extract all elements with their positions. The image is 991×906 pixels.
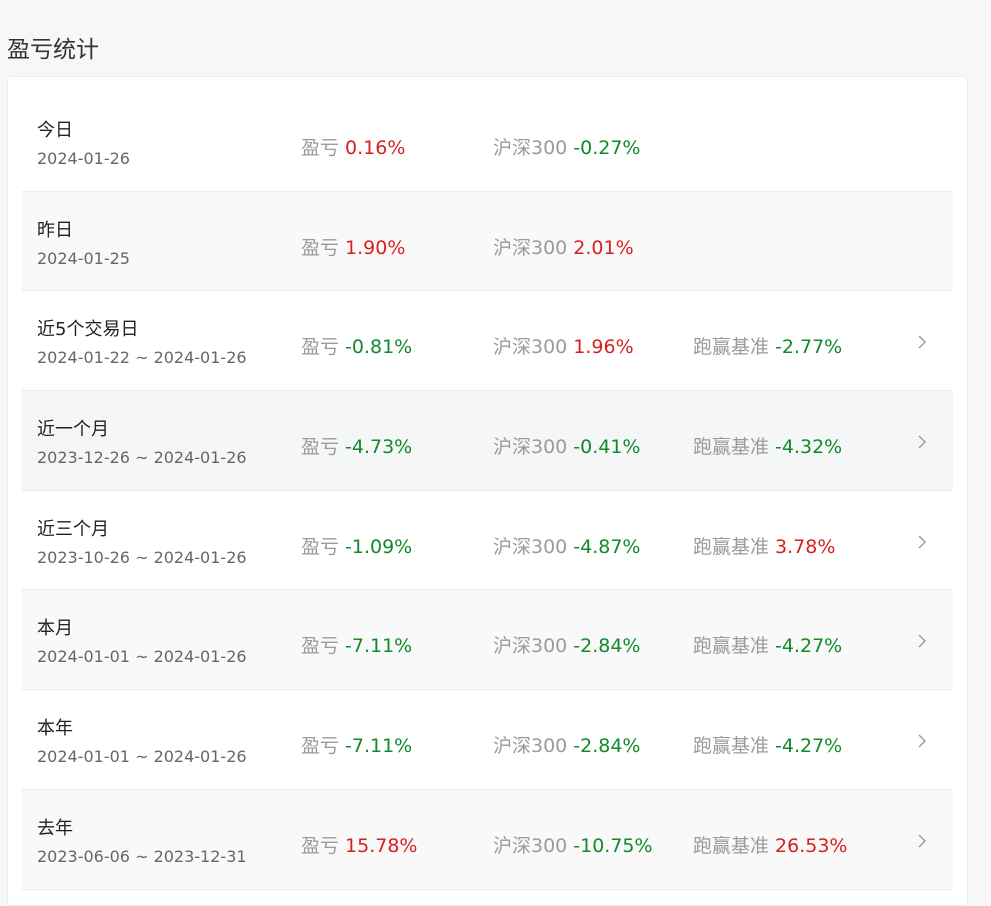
index-label: 沪深300: [493, 436, 568, 459]
index-stat: 沪深300 -4.87%: [493, 532, 640, 559]
period-date-range: 2023-12-26 ~ 2024-01-26: [37, 448, 247, 468]
index-label: 沪深300: [493, 735, 568, 758]
index-value: -2.84%: [573, 635, 641, 658]
index-value: 2.01%: [573, 236, 634, 259]
beat-benchmark-label: 跑赢基准: [693, 834, 770, 857]
pnl-label: 盈亏: [301, 735, 340, 758]
pnl-label: 盈亏: [301, 236, 340, 259]
pnl-label: 盈亏: [301, 336, 340, 359]
index-value: -2.84%: [573, 735, 641, 758]
beat-benchmark-stat: 跑赢基准 26.53%: [693, 831, 847, 858]
pnl-stat: 盈亏 -7.11%: [301, 731, 412, 758]
pnl-stat: 盈亏 -1.09%: [301, 532, 412, 559]
period-name: 昨日: [37, 219, 73, 241]
pnl-value: -0.81%: [345, 336, 413, 359]
period-name: 本年: [37, 718, 73, 740]
pnl-value: -1.09%: [345, 535, 413, 558]
pnl-value: 15.78%: [345, 834, 418, 857]
chevron-right-icon[interactable]: [912, 726, 932, 756]
period-date-range: 2023-06-06 ~ 2023-12-31: [37, 846, 247, 866]
pnl-period-row[interactable]: 近5个交易日 2024-01-22 ~ 2024-01-26 盈亏 -0.81% …: [22, 291, 953, 392]
beat-benchmark-label: 跑赢基准: [693, 535, 770, 558]
period-date-range: 2023-10-26 ~ 2024-01-26: [37, 547, 247, 567]
period-name: 本月: [37, 618, 73, 640]
beat-benchmark-label: 跑赢基准: [693, 735, 770, 758]
index-stat: 沪深300 -2.84%: [493, 731, 640, 758]
index-label: 沪深300: [493, 336, 568, 359]
beat-benchmark-stat: 跑赢基准 -4.27%: [693, 731, 842, 758]
pnl-value: -7.11%: [345, 635, 413, 658]
pnl-period-row[interactable]: 去年 2023-06-06 ~ 2023-12-31 盈亏 15.78% 沪深30…: [22, 789, 953, 890]
beat-benchmark-value: -4.27%: [775, 635, 843, 658]
index-label: 沪深300: [493, 137, 568, 159]
index-stat: 沪深300 -0.27%: [493, 133, 640, 160]
index-stat: 沪深300 -10.75%: [493, 831, 653, 858]
index-stat: 沪深300 -0.41%: [493, 432, 640, 459]
pnl-value: -4.73%: [345, 436, 413, 459]
pnl-period-row[interactable]: 本月 2024-01-01 ~ 2024-01-26 盈亏 -7.11% 沪深30…: [22, 590, 953, 691]
chevron-right-icon[interactable]: [912, 527, 932, 557]
pnl-stat: 盈亏 -0.81%: [301, 332, 412, 359]
chevron-right-icon[interactable]: [912, 427, 932, 457]
beat-benchmark-label: 跑赢基准: [693, 436, 770, 459]
pnl-stats-card: 今日 2024-01-26 盈亏 0.16% 沪深300 -0.27% 昨日 202…: [7, 76, 968, 906]
index-stat: 沪深300 1.96%: [493, 332, 634, 359]
period-date-range: 2024-01-25: [37, 248, 130, 268]
index-stat: 沪深300 -2.84%: [493, 631, 640, 658]
index-value: -0.27%: [573, 137, 641, 159]
index-value: 1.96%: [573, 336, 634, 359]
pnl-period-row[interactable]: 本年 2024-01-01 ~ 2024-01-26 盈亏 -7.11% 沪深30…: [22, 690, 953, 790]
period-name: 近三个月: [37, 518, 109, 540]
pnl-stat: 盈亏 -7.11%: [301, 631, 412, 658]
pnl-period-row[interactable]: 今日 2024-01-26 盈亏 0.16% 沪深300 -0.27%: [22, 92, 953, 192]
index-stat: 沪深300 2.01%: [493, 233, 634, 260]
beat-benchmark-stat: 跑赢基准 -2.77%: [693, 332, 842, 359]
index-label: 沪深300: [493, 834, 568, 857]
beat-benchmark-value: 3.78%: [775, 535, 836, 558]
pnl-label: 盈亏: [301, 137, 340, 159]
beat-benchmark-value: -4.32%: [775, 436, 843, 459]
index-value: -10.75%: [573, 834, 653, 857]
beat-benchmark-value: 26.53%: [775, 834, 848, 857]
pnl-stat: 盈亏 15.78%: [301, 831, 417, 858]
period-name: 近5个交易日: [37, 319, 139, 341]
index-label: 沪深300: [493, 635, 568, 658]
period-date-range: 2024-01-01 ~ 2024-01-26: [37, 747, 247, 767]
pnl-period-row[interactable]: 近一个月 2023-12-26 ~ 2024-01-26 盈亏 -4.73% 沪深…: [22, 391, 953, 491]
period-date-range: 2024-01-26: [37, 149, 130, 168]
period-date-range: 2024-01-01 ~ 2024-01-26: [37, 647, 247, 667]
pnl-value: 0.16%: [345, 137, 406, 159]
pnl-label: 盈亏: [301, 635, 340, 658]
period-name: 近一个月: [37, 419, 109, 441]
pnl-label: 盈亏: [301, 535, 340, 558]
period-date-range: 2024-01-22 ~ 2024-01-26: [37, 348, 247, 368]
pnl-stat: 盈亏 1.90%: [301, 233, 405, 260]
pnl-stat: 盈亏 -4.73%: [301, 432, 412, 459]
beat-benchmark-stat: 跑赢基准 3.78%: [693, 532, 835, 559]
beat-benchmark-stat: 跑赢基准 -4.32%: [693, 432, 842, 459]
pnl-stats-list: 今日 2024-01-26 盈亏 0.16% 沪深300 -0.27% 昨日 202…: [22, 92, 953, 890]
index-label: 沪深300: [493, 535, 568, 558]
pnl-label: 盈亏: [301, 436, 340, 459]
pnl-value: -7.11%: [345, 735, 413, 758]
index-value: -0.41%: [573, 436, 641, 459]
beat-benchmark-value: -4.27%: [775, 735, 843, 758]
pnl-label: 盈亏: [301, 834, 340, 857]
chevron-right-icon[interactable]: [912, 826, 932, 856]
index-label: 沪深300: [493, 236, 568, 259]
beat-benchmark-stat: 跑赢基准 -4.27%: [693, 631, 842, 658]
page-title: 盈亏统计: [7, 37, 99, 63]
chevron-right-icon[interactable]: [912, 626, 932, 656]
index-value: -4.87%: [573, 535, 641, 558]
chevron-right-icon[interactable]: [912, 327, 932, 357]
pnl-period-row[interactable]: 近三个月 2023-10-26 ~ 2024-01-26 盈亏 -1.09% 沪深…: [22, 491, 953, 591]
beat-benchmark-label: 跑赢基准: [693, 635, 770, 658]
period-name: 今日: [37, 120, 73, 141]
pnl-stat: 盈亏 0.16%: [301, 133, 405, 160]
period-name: 去年: [37, 817, 73, 839]
pnl-period-row[interactable]: 昨日 2024-01-25 盈亏 1.90% 沪深300 2.01%: [22, 191, 953, 292]
pnl-value: 1.90%: [345, 236, 406, 259]
beat-benchmark-label: 跑赢基准: [693, 336, 770, 359]
beat-benchmark-value: -2.77%: [775, 336, 843, 359]
